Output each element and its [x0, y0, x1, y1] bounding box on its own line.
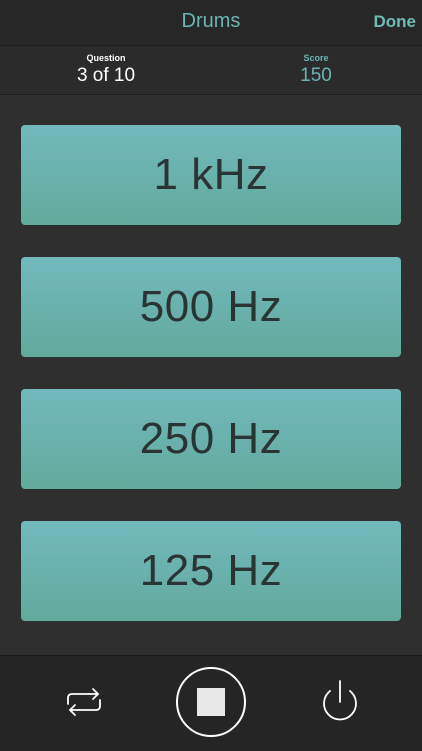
score-stat: Score 150: [246, 52, 386, 88]
navigation-bar: Drums Done: [0, 0, 422, 46]
repeat-button[interactable]: [60, 686, 108, 718]
playback-toolbar: [0, 655, 422, 751]
stop-icon: [197, 688, 225, 716]
answer-button-250hz[interactable]: 250 Hz: [21, 389, 401, 489]
question-stat: Question 3 of 10: [36, 52, 176, 88]
answer-options: 1 kHz 500 Hz 250 Hz 125 Hz: [21, 125, 401, 653]
page-title: Drums: [181, 10, 241, 32]
power-button[interactable]: [318, 678, 362, 724]
done-button[interactable]: Done: [374, 12, 417, 32]
score-value: 150: [300, 65, 332, 86]
stop-button[interactable]: [176, 667, 246, 737]
answer-button-500hz[interactable]: 500 Hz: [21, 257, 401, 357]
answer-button-125hz[interactable]: 125 Hz: [21, 521, 401, 621]
stats-bar: Question 3 of 10 Score 150: [0, 46, 422, 95]
score-label: Score: [303, 53, 329, 63]
question-value: 3 of 10: [76, 65, 136, 86]
answer-button-1khz[interactable]: 1 kHz: [21, 125, 401, 225]
question-label: Question: [86, 53, 126, 63]
repeat-icon: [67, 688, 101, 716]
power-icon: [323, 680, 357, 721]
